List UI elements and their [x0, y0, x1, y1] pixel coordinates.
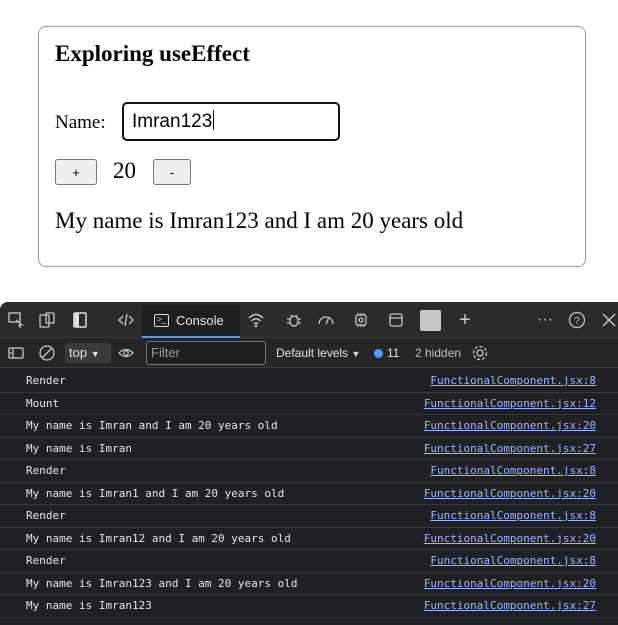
- console-message-row: My name is Imran1 and I am 20 years old F…: [0, 483, 618, 505]
- sidebar-icon[interactable]: [7, 344, 25, 362]
- filter-input[interactable]: Filter: [146, 341, 266, 365]
- context-value: top: [69, 345, 88, 360]
- console-message-row: Render FunctionalComponent.jsx:8: [0, 460, 618, 483]
- settings-gear-icon[interactable]: [352, 311, 370, 329]
- sources-bug-icon[interactable]: [285, 311, 303, 329]
- inspect-icon[interactable]: [7, 311, 25, 329]
- application-icon[interactable]: [387, 311, 405, 329]
- network-icon[interactable]: [247, 311, 265, 329]
- extension-icon[interactable]: [420, 310, 441, 331]
- chevron-down-icon: ▼: [90, 349, 100, 359]
- eye-icon[interactable]: [117, 344, 135, 362]
- issues-counter[interactable]: 11: [374, 346, 399, 360]
- console-message-text: Render: [26, 374, 66, 387]
- console-source-link[interactable]: FunctionalComponent.jsx:8: [430, 509, 596, 522]
- console-source-link[interactable]: FunctionalComponent.jsx:20: [424, 419, 596, 432]
- greeting-message: My name is Imran123 and I am 20 years ol…: [55, 208, 464, 233]
- console-message-text: My name is Imran123: [26, 599, 152, 612]
- clear-console-icon[interactable]: [38, 344, 56, 362]
- console-source-link[interactable]: FunctionalComponent.jsx:27: [424, 442, 596, 455]
- console-log: Render FunctionalComponent.jsx:8 Mount Func…: [0, 370, 618, 618]
- devtools-tabbar: >_ Console + ··· ?: [0, 302, 618, 338]
- console-source-link[interactable]: FunctionalComponent.jsx:12: [424, 397, 596, 410]
- age-count: 20: [113, 158, 136, 183]
- issues-count: 11: [387, 346, 400, 360]
- console-source-link[interactable]: FunctionalComponent.jsx:20: [424, 577, 596, 590]
- text-caret: [213, 110, 215, 130]
- console-message-row: My name is Imran and I am 20 years old Fu…: [0, 415, 618, 438]
- console-message-text: My name is Imran: [26, 441, 132, 455]
- console-message-row: My name is Imran123 and I am 20 years ol…: [0, 573, 618, 595]
- chevron-down-icon: ▼: [351, 349, 361, 359]
- console-source-link[interactable]: FunctionalComponent.jsx:27: [424, 599, 596, 612]
- console-message-row: Render FunctionalComponent.jsx:8: [0, 505, 618, 528]
- console-message-text: My name is Imran12 and I am 20 years old: [26, 531, 291, 545]
- name-label: Name:: [55, 112, 106, 133]
- console-message-text: My name is Imran1 and I am 20 years old: [26, 486, 285, 500]
- increment-button[interactable]: +: [55, 159, 97, 185]
- console-message-text: Render: [26, 464, 66, 477]
- elements-icon[interactable]: [117, 311, 135, 329]
- console-message-row: My name is Imran12 and I am 20 years old…: [0, 528, 618, 550]
- console-message-text: My name is Imran123 and I am 20 years ol…: [26, 576, 298, 590]
- name-input[interactable]: Imran123: [122, 102, 340, 141]
- devtools-panel: >_ Console + ··· ? top ▼ Filter Default …: [0, 302, 618, 625]
- console-message-row: Mount FunctionalComponent.jsx:12: [0, 393, 618, 415]
- name-input-value: Imran123: [132, 111, 213, 132]
- console-message-row: Render FunctionalComponent.jsx:8: [0, 370, 618, 393]
- dock-icon[interactable]: [71, 311, 89, 329]
- default-levels-dropdown[interactable]: Default levels ▼: [276, 346, 360, 360]
- help-icon[interactable]: ?: [568, 311, 586, 329]
- console-message-text: My name is Imran and I am 20 years old: [26, 419, 278, 432]
- settings-icon[interactable]: [471, 344, 489, 362]
- console-message-text: Render: [26, 509, 66, 522]
- decrement-button[interactable]: -: [153, 159, 191, 185]
- console-message-row: My name is Imran123 FunctionalComponent.j…: [0, 595, 618, 618]
- tab-console-label: Console: [176, 313, 224, 328]
- performance-icon[interactable]: [317, 311, 335, 329]
- console-source-link[interactable]: FunctionalComponent.jsx:8: [430, 374, 596, 387]
- hidden-count: 2 hidden: [415, 346, 462, 360]
- levels-label: Default levels: [276, 346, 349, 360]
- console-message-text: Render: [26, 554, 66, 567]
- tab-console[interactable]: >_ Console: [142, 305, 240, 338]
- more-icon[interactable]: ···: [536, 311, 554, 329]
- console-source-link[interactable]: FunctionalComponent.jsx:20: [424, 532, 596, 545]
- app-card: Exploring useEffect Name: Imran123 + 20 …: [38, 26, 586, 267]
- svg-text:?: ?: [574, 316, 580, 327]
- console-message-row: My name is Imran FunctionalComponent.jsx:…: [0, 438, 618, 460]
- device-toggle-icon[interactable]: [38, 311, 56, 329]
- context-select[interactable]: top ▼: [65, 343, 111, 363]
- issues-icon: [374, 349, 383, 358]
- console-source-link[interactable]: FunctionalComponent.jsx:8: [430, 464, 596, 477]
- close-icon[interactable]: [600, 311, 618, 329]
- console-icon: >_: [154, 314, 169, 327]
- console-filterbar: top ▼ Filter Default levels ▼ 11 2 hidde…: [0, 338, 618, 368]
- add-tab-icon[interactable]: +: [456, 310, 474, 330]
- console-source-link[interactable]: FunctionalComponent.jsx:20: [424, 487, 596, 500]
- console-source-link[interactable]: FunctionalComponent.jsx:8: [430, 554, 596, 567]
- console-message-text: Mount: [26, 396, 60, 410]
- console-message-row: Render FunctionalComponent.jsx:8: [0, 550, 618, 573]
- page-title: Exploring useEffect: [55, 41, 250, 66]
